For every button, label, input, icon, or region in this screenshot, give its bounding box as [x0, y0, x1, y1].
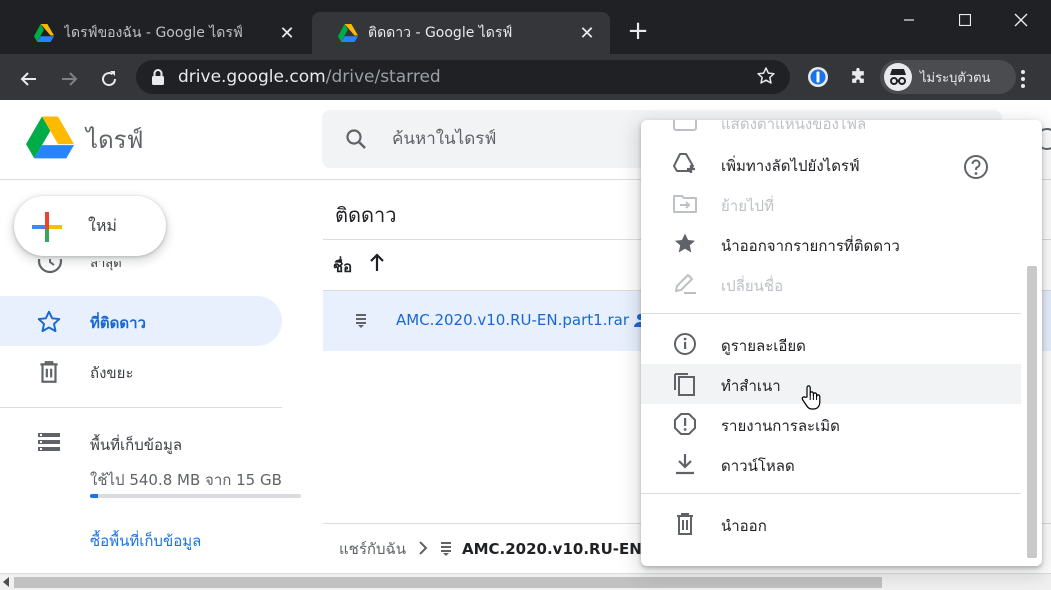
info-icon — [674, 333, 696, 355]
breadcrumb: แชร์กับฉัน AMC.2020.v10.RU-EN.pa — [339, 537, 668, 561]
menu-item-label: ดาวน์โหลด — [721, 457, 795, 475]
storage-used-text: ใช้ไป 540.8 MB จาก 15 GB — [90, 471, 282, 489]
browser-toolbar: drive.google.com/drive/starred ไม่ระบุตั… — [0, 54, 1051, 100]
menu-item-label: ทำสำเนา — [721, 377, 781, 395]
menu-item-download[interactable]: ดาวน์โหลด — [641, 444, 1021, 484]
star-outline-icon — [37, 310, 61, 333]
search-icon[interactable] — [344, 127, 368, 151]
search-input[interactable] — [392, 126, 672, 152]
app-name: ไดรฟ์ — [86, 126, 144, 154]
menu-item-label: เพิ่มทางลัดไปยังไดรฟ์ — [721, 157, 860, 175]
trash-icon — [677, 513, 693, 535]
column-header-name[interactable]: ชื่อ — [333, 255, 352, 279]
report-icon — [674, 413, 696, 435]
tab-close-icon[interactable]: ✕ — [576, 23, 598, 44]
extensions-puzzle-icon[interactable] — [846, 65, 870, 89]
page-title: ติดดาว — [335, 203, 397, 227]
menu-item-move-to: ย้ายไปที่ — [641, 184, 1021, 224]
url-host: drive.google.com — [178, 67, 326, 87]
menu-item-make-copy[interactable]: ทำสำเนา — [641, 364, 1021, 404]
sort-arrow-up-icon[interactable] — [367, 251, 387, 278]
plus-icon — [32, 212, 62, 242]
menu-item-label: ย้ายไปที่ — [721, 197, 774, 215]
move-to-icon — [673, 195, 697, 213]
menu-divider — [641, 313, 1021, 314]
incognito-profile-button[interactable]: ไม่ระบุตัวตน — [880, 60, 1016, 94]
menu-item-rename: เปลี่ยนชื่อ — [641, 264, 1021, 304]
chevron-right-icon — [418, 540, 428, 559]
menu-item-remove-from-starred[interactable]: นำออกจากรายการที่ติดดาว — [641, 224, 1021, 264]
forward-arrow-icon[interactable] — [54, 62, 84, 92]
new-tab-button[interactable]: + — [624, 18, 652, 46]
copy-icon — [674, 373, 695, 396]
browser-menu-icon[interactable] — [1014, 65, 1032, 89]
menu-item-report-abuse[interactable]: รายงานการละเมิด — [641, 404, 1021, 444]
menu-scrollbar-thumb[interactable] — [1027, 266, 1037, 558]
profile-label: ไม่ระบุตัวตน — [920, 70, 991, 86]
incognito-avatar-icon — [884, 63, 912, 91]
storage-progress-fill — [90, 494, 98, 498]
google-drive-logo-icon[interactable] — [26, 116, 74, 160]
star-icon — [675, 233, 695, 253]
download-icon — [676, 454, 694, 475]
storage-progress-bar — [90, 494, 301, 498]
menu-item-label: นำออก — [721, 517, 767, 535]
storage-title[interactable]: พื้นที่เก็บข้อมูล — [90, 433, 182, 457]
scroll-left-arrow-icon[interactable] — [2, 577, 12, 587]
menu-item-view-details[interactable]: ดูรายละเอียด — [641, 324, 1021, 364]
lock-icon[interactable] — [150, 68, 166, 86]
reload-icon[interactable] — [94, 62, 124, 92]
google-drive-favicon-icon — [338, 24, 358, 42]
password-manager-extension-icon[interactable] — [806, 65, 830, 89]
breadcrumb-file[interactable]: AMC.2020.v10.RU-EN.pa — [462, 540, 668, 558]
browser-tabstrip: ไดรฟ์ของฉัน - Google ไดรฟ์ ✕ ติดดาว - Go… — [0, 0, 1051, 54]
menu-item-remove[interactable]: นำออก — [641, 504, 1021, 544]
new-button-label: ใหม่ — [88, 216, 117, 235]
menu-divider — [641, 493, 1021, 494]
tab-close-icon[interactable]: ✕ — [276, 23, 298, 44]
sidebar-item-starred[interactable]: ที่ติดดาว — [0, 296, 282, 346]
url-text: drive.google.com/drive/starred — [178, 67, 441, 87]
menu-item-label: แสดงตำแหน่งของไฟล์ — [721, 120, 867, 133]
context-menu: แสดงตำแหน่งของไฟล์ เพิ่มทางลัดไปยังไดรฟ์… — [641, 120, 1042, 566]
bookmark-star-icon[interactable] — [756, 66, 778, 88]
hand-pointer-cursor-icon — [801, 385, 821, 410]
new-button[interactable]: ใหม่ — [14, 196, 166, 256]
sidebar-item-trash[interactable]: ถังขยะ — [0, 346, 282, 396]
tab-title: ติดดาว - Google ไดรฟ์ — [368, 25, 513, 41]
menu-item-label: นำออกจากรายการที่ติดดาว — [721, 237, 900, 255]
archive-file-icon — [356, 314, 366, 328]
folder-outline-icon — [673, 120, 697, 131]
menu-item-label: รายงานการละเมิด — [721, 417, 840, 435]
trash-icon — [40, 361, 58, 383]
url-path: /drive/starred — [325, 67, 441, 87]
breadcrumb-shared-with-me[interactable]: แชร์กับฉัน — [339, 537, 406, 561]
menu-item-label: เปลี่ยนชื่อ — [721, 277, 784, 295]
sidebar-item-label: ที่ติดดาว — [90, 314, 146, 332]
archive-file-icon — [440, 542, 451, 556]
add-shortcut-icon — [673, 153, 695, 173]
file-name: AMC.2020.v10.RU-EN.part1.rar — [396, 311, 629, 329]
storage-icon — [38, 433, 60, 451]
window-maximize-icon[interactable] — [942, 4, 988, 36]
help-icon[interactable] — [963, 154, 989, 180]
address-bar[interactable]: drive.google.com/drive/starred — [136, 60, 790, 94]
back-arrow-icon[interactable] — [14, 62, 44, 92]
tab-title: ไดรฟ์ของฉัน - Google ไดรฟ์ — [64, 25, 243, 41]
sidebar-item-recent[interactable]: ล่าสุด — [90, 261, 122, 275]
sidebar-item-label: ถังขยะ — [90, 364, 134, 382]
sidebar-divider — [0, 407, 282, 408]
menu-item-label: ดูรายละเอียด — [721, 337, 806, 355]
sidebar: ใหม่ ล่าสุด ที่ติดดาว ถังขยะ พื้นที่เก็บ… — [0, 181, 305, 573]
tab-starred[interactable]: ติดดาว - Google ไดรฟ์ ✕ — [312, 12, 610, 54]
clock-icon[interactable] — [36, 259, 64, 281]
google-drive-favicon-icon — [34, 24, 54, 42]
window-close-icon[interactable] — [998, 4, 1044, 36]
buy-storage-link[interactable]: ซื้อพื้นที่เก็บข้อมูล — [90, 529, 201, 553]
horizontal-scrollbar[interactable] — [0, 573, 1051, 590]
scrollbar-thumb[interactable] — [14, 577, 882, 588]
tab-my-drive[interactable]: ไดรฟ์ของฉัน - Google ไดรฟ์ ✕ — [8, 12, 310, 54]
window-minimize-icon[interactable] — [886, 4, 932, 36]
pencil-icon — [675, 274, 696, 294]
